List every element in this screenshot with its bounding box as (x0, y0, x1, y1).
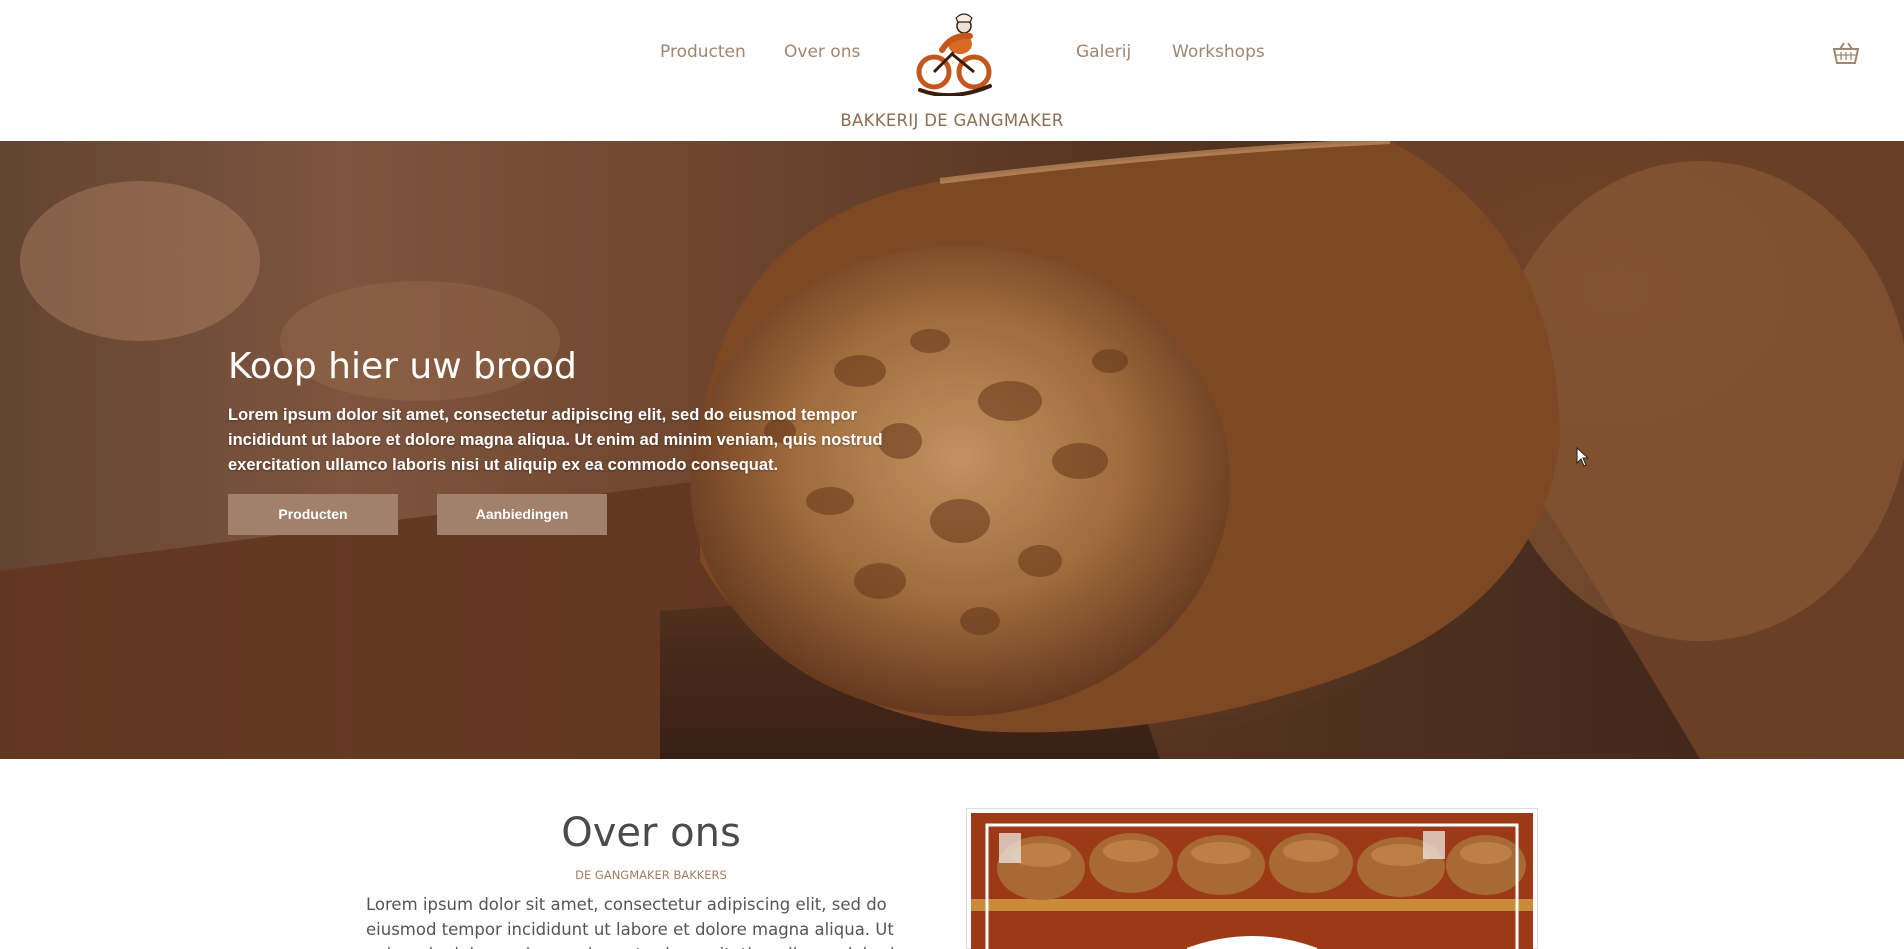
basket-icon[interactable] (1832, 41, 1860, 65)
site-header: Producten Over ons Galerij Workshops BAK… (0, 0, 1904, 141)
hero-text: Lorem ipsum dolor sit amet, consectetur … (228, 405, 883, 474)
hero-content: Koop hier uw brood Lorem ipsum dolor sit… (228, 347, 908, 478)
nav-galerij[interactable]: Galerij (1076, 42, 1131, 62)
nav-producten[interactable]: Producten (660, 42, 746, 62)
nav-over-ons[interactable]: Over ons (784, 42, 860, 62)
nav-workshops[interactable]: Workshops (1172, 42, 1265, 62)
aanbiedingen-button[interactable]: Aanbiedingen (437, 494, 607, 535)
hero-title: Koop hier uw brood (228, 346, 577, 387)
hero-banner: Koop hier uw brood Lorem ipsum dolor sit… (0, 141, 1904, 759)
about-text: Lorem ipsum dolor sit amet, consectetur … (366, 895, 903, 949)
about-title: Over ons (561, 810, 741, 856)
bakery-shelf-image (971, 813, 1533, 949)
about-subtitle: DE GANGMAKER BAKKERS (575, 868, 727, 882)
producten-button[interactable]: Producten (228, 494, 398, 535)
brand-name: BAKKERIJ DE GANGMAKER (840, 111, 1064, 130)
cyclist-baker-logo[interactable] (912, 10, 996, 96)
mouse-cursor-icon (1576, 447, 1590, 467)
